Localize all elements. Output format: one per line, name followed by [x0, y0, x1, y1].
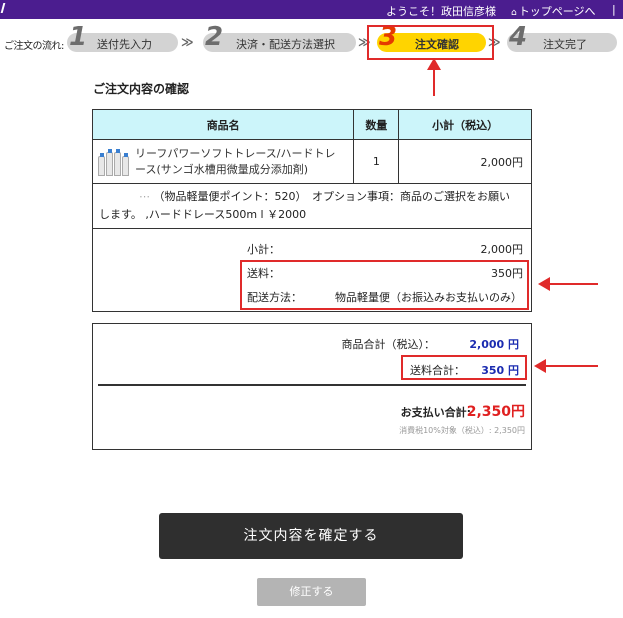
col-header-product: 商品名 [91, 109, 355, 140]
items-total-value: 2,000 円 [469, 338, 519, 351]
col-header-subtotal: 小計（税込） [398, 109, 532, 140]
confirm-order-button[interactable]: 注文内容を確定する [159, 513, 463, 559]
items-total-label: 商品合計（税込）： [341, 338, 436, 351]
subtotal-cell: 2,000円 [398, 139, 532, 184]
step-number: 1 [69, 22, 88, 52]
step-4-order-complete: 4 注文完了 [507, 22, 617, 52]
option-row: ⋯ （物品軽量便ポイント：520） オプション事項：商品のご選択をお願い します… [92, 183, 532, 229]
arrow-left-icon [538, 277, 598, 291]
option-details: ⋯ （物品軽量便ポイント：520） オプション事項：商品のご選択をお願い します… [92, 183, 532, 229]
table-row: リーフパワーソフトトレース/ハードトレ ース(サンゴ水槽用微量成分添加剤) 1 … [91, 139, 532, 184]
step-number: 2 [205, 22, 224, 52]
order-table: 商品名 数量 小計（税込） リーフパワーソフトトレース/ハードトレ ース(サンゴ… [91, 109, 532, 229]
tax-note: 消費税10%対象（税込）: 2,350円 [399, 426, 525, 435]
step-number: 4 [509, 22, 528, 52]
step-arrow-icon: ≫ [181, 35, 193, 49]
highlight-box-shipping [240, 260, 529, 310]
arrow-up-icon [427, 58, 441, 96]
highlight-box-shipping-total [401, 355, 527, 380]
step-label: 決済・配送方法選択 [236, 38, 335, 51]
edit-order-button[interactable]: 修正する [257, 578, 366, 606]
order-flow-label: ご注文の流れ: [4, 41, 64, 52]
col-header-qty: 数量 [353, 109, 400, 140]
step-label: 送付先入力 [97, 38, 152, 51]
page-title: ご注文内容の確認 [93, 82, 190, 96]
product-cell: リーフパワーソフトトレース/ハードトレ ース(サンゴ水槽用微量成分添加剤) [91, 139, 355, 184]
product-name[interactable]: リーフパワーソフトトレース/ハードトレ ース(サンゴ水槽用微量成分添加剤) [135, 146, 336, 178]
payment-total-label: お支払い合計: [400, 406, 471, 419]
logo-mark-icon [0, 3, 10, 13]
top-page-link[interactable]: ⌂ トップページへ [511, 3, 596, 19]
step-2-payment-shipping: 2 決済・配送方法選択 [203, 22, 356, 52]
divider [98, 384, 526, 386]
top-page-link-label: トップページへ [518, 5, 596, 18]
arrow-left-icon [534, 359, 598, 373]
home-icon: ⌂ [511, 8, 517, 18]
welcome-text: ようこそ！政田信彦様 [386, 5, 496, 18]
payment-total-value: 2,350円 [466, 404, 525, 420]
highlight-box-active-step [367, 25, 494, 60]
header-separator: | [612, 3, 616, 16]
quantity-cell: 1 [353, 139, 400, 184]
top-bar: ようこそ！政田信彦様 ⌂ トップページへ | [0, 0, 623, 19]
subtotal-value: 2,000円 [480, 243, 524, 256]
product-thumbnail [97, 148, 129, 176]
totals-box: 商品合計（税込）： 2,000 円 送料合計： 350 円 お支払い合計: 2,… [92, 323, 532, 450]
step-label: 注文完了 [543, 38, 587, 51]
step-1-shipping-input: 1 送付先入力 [67, 22, 178, 52]
subtotal-label: 小計： [247, 243, 280, 256]
table-header-row: 商品名 数量 小計（税込） [91, 109, 532, 140]
